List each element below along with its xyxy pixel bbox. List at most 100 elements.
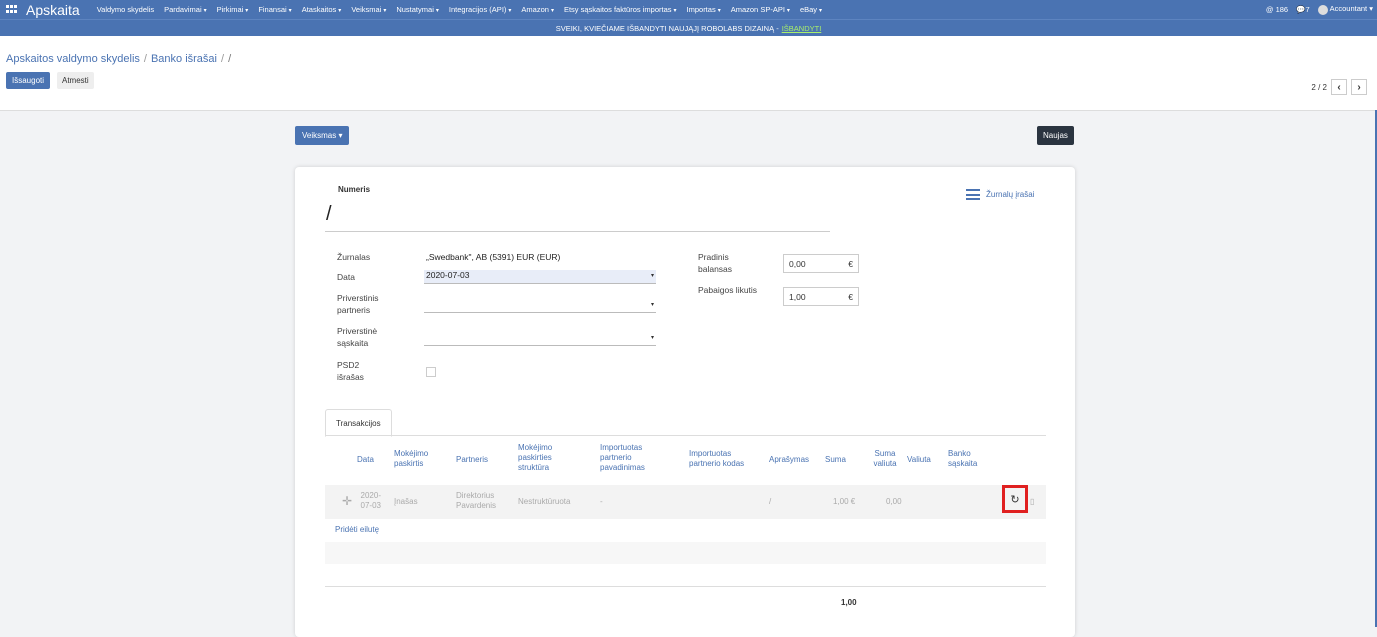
end-balance-value: 1,00: [789, 292, 806, 302]
row-date[interactable]: 2020-07-03: [357, 491, 381, 511]
col-description[interactable]: Aprašymas: [769, 455, 809, 465]
row-description[interactable]: /: [769, 497, 771, 507]
menu-reports[interactable]: Ataskaitos ▾: [297, 5, 347, 14]
add-line-link[interactable]: Pridėti eilutę: [335, 525, 379, 534]
journal-entries-button[interactable]: Žurnalų įrašai: [966, 189, 1034, 200]
row-amount[interactable]: 1,00 €: [833, 497, 855, 507]
col-date[interactable]: Data: [357, 455, 374, 465]
forced-account-field[interactable]: ▾: [424, 332, 656, 346]
number-field[interactable]: /: [326, 203, 332, 226]
journal-entries-label: Žurnalų įrašai: [986, 190, 1035, 199]
menu-settings[interactable]: Nustatymai ▾: [391, 5, 444, 14]
col-currency[interactable]: Valiuta: [907, 455, 931, 465]
amount-total: 1,00: [841, 598, 857, 607]
menu-actions[interactable]: Veiksmai ▾: [346, 5, 391, 14]
breadcrumb-root[interactable]: Apskaitos valdymo skydelis: [6, 53, 140, 65]
caret-down-icon: ▾: [338, 131, 343, 140]
new-button[interactable]: Naujas: [1037, 126, 1074, 145]
menu-ebay[interactable]: eBay ▾: [795, 5, 827, 14]
avatar: [1317, 4, 1328, 15]
row-amount-currency[interactable]: 0,00: [886, 497, 902, 507]
action-button[interactable]: Veiksmas ▾: [295, 126, 350, 145]
psd2-checkbox[interactable]: [426, 367, 436, 377]
caret-down-icon: ▾: [717, 8, 721, 14]
empty-row: [325, 542, 1046, 564]
menu-etsy[interactable]: Etsy sąskaitos faktūros importas ▾: [559, 5, 682, 14]
row-structure[interactable]: Nestruktūruota: [518, 497, 570, 507]
banner-text: SVEIKI, KVIEČIAME IŠBANDYTI NAUJĄJĮ ROBO…: [555, 23, 779, 33]
date-field[interactable]: 2020-07-03 ▾: [424, 270, 656, 284]
pager-value: 2 / 2: [1311, 82, 1327, 92]
save-button[interactable]: Išsaugoti: [6, 72, 51, 89]
end-balance-label: Pabaigos likutis: [698, 285, 758, 295]
menu-amazon[interactable]: Amazon ▾: [516, 5, 559, 14]
list-icon: [966, 189, 980, 200]
col-partner[interactable]: Partneris: [456, 455, 488, 465]
chevron-right-icon: ›: [1357, 81, 1361, 93]
start-balance-field[interactable]: 0,00 €: [783, 254, 859, 273]
start-balance-label: Pradinis balansas: [698, 252, 733, 274]
caret-down-icon: ▾: [435, 8, 439, 14]
psd2-label: PSD2 išrašas: [337, 360, 364, 382]
caret-down-icon: ▾: [786, 8, 790, 14]
col-amount-currency[interactable]: Suma valiuta: [870, 449, 900, 469]
top-navbar: Apskaita Valdymo skydelis Pardavimai ▾ Pi…: [0, 0, 1377, 19]
col-purpose-structure[interactable]: Mokėjimo paskirties struktūra: [518, 443, 568, 473]
notifications-button[interactable]: @ 186: [1266, 5, 1288, 14]
forced-partner-label: Priverstinis partneris: [337, 293, 379, 315]
menu-dashboard[interactable]: Valdymo skydelis: [92, 5, 159, 14]
tab-transactions[interactable]: Transakcijos: [325, 409, 392, 437]
menu-integrations[interactable]: Integracijos (API) ▾: [444, 5, 517, 14]
refresh-icon: ↻: [1010, 493, 1020, 506]
forced-partner-field[interactable]: ▾: [424, 299, 656, 313]
pager-previous-button[interactable]: ‹: [1331, 79, 1347, 95]
dropdown-arrow-icon: ▾: [650, 273, 654, 279]
at-icon: @: [1265, 5, 1274, 14]
control-panel: Apskaitos valdymo skydelis / Banko išrašai…: [0, 36, 1377, 111]
caret-down-icon: ▾: [508, 8, 512, 14]
user-name: Accountant: [1329, 4, 1368, 14]
menu-finance[interactable]: Finansai ▾: [253, 5, 296, 14]
row-payment-purpose[interactable]: Įnašas: [394, 497, 418, 507]
user-menu[interactable]: Accountant ▾: [1317, 4, 1373, 15]
menu-amazon-sp-api[interactable]: Amazon SP-API ▾: [726, 5, 795, 14]
col-bank-account[interactable]: Banko sąskaita: [948, 449, 988, 469]
banner-try-link[interactable]: IŠBANDYTI: [782, 24, 822, 33]
apps-grid-icon[interactable]: [6, 4, 18, 15]
caret-down-icon: ▾: [288, 8, 292, 14]
col-payment-purpose[interactable]: Mokėjimo paskirtis: [394, 449, 439, 469]
currency-symbol: €: [848, 292, 853, 302]
col-imported-partner-code[interactable]: Importuotas partnerio kodas: [689, 449, 754, 469]
menu-import[interactable]: Importas ▾: [682, 5, 726, 14]
end-balance-field[interactable]: 1,00 €: [783, 287, 859, 306]
table-row[interactable]: [325, 485, 1046, 519]
pager: 2 / 2 ‹ ›: [1311, 79, 1367, 95]
row-refresh-button[interactable]: ↻: [1002, 485, 1028, 513]
row-partner[interactable]: Direktorius Pavardenis: [456, 491, 506, 511]
app-title[interactable]: Apskaita: [26, 2, 80, 18]
journal-value[interactable]: „Swedbank", AB (5391) EUR (EUR): [426, 252, 560, 262]
col-imported-partner-name[interactable]: Importuotas partnerio pavadinimas: [600, 443, 660, 473]
discard-button[interactable]: Atmesti: [57, 72, 94, 89]
col-amount[interactable]: Suma: [825, 455, 846, 465]
caret-down-icon: ▾: [1369, 4, 1373, 14]
table-footer-divider: [325, 586, 1046, 587]
messages-button[interactable]: 💬7: [1296, 5, 1310, 14]
drag-handle-icon[interactable]: ✛: [342, 494, 352, 508]
menu-purchases[interactable]: Pirkimai ▾: [212, 5, 254, 14]
menu-sales[interactable]: Pardavimai ▾: [159, 5, 212, 14]
trash-icon[interactable]: ▯: [1030, 497, 1034, 507]
tab-divider: [325, 435, 1046, 436]
number-underline: [325, 231, 830, 232]
dropdown-arrow-icon: ▾: [650, 302, 654, 308]
caret-down-icon: ▾: [338, 8, 342, 14]
pager-next-button[interactable]: ›: [1351, 79, 1367, 95]
breadcrumb: Apskaitos valdymo skydelis / Banko išrašai…: [6, 53, 232, 65]
main-menu: Valdymo skydelis Pardavimai ▾ Pirkimai ▾ F…: [92, 5, 827, 14]
messages-count: 7: [1305, 5, 1310, 14]
notifications-count: 186: [1275, 5, 1289, 14]
currency-symbol: €: [848, 259, 853, 269]
caret-down-icon: ▾: [383, 8, 387, 14]
breadcrumb-bank-statements[interactable]: Banko išrašai: [151, 53, 217, 65]
row-imported-name[interactable]: -: [600, 497, 603, 507]
